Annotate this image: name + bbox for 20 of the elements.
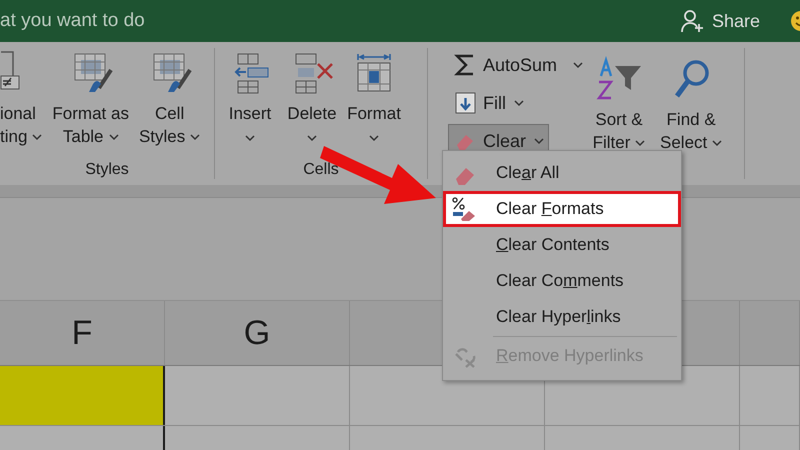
- column-header[interactable]: G: [244, 314, 270, 352]
- table-button[interactable]: Format as Table: [48, 48, 133, 160]
- group-label: Styles: [84, 161, 130, 179]
- fill-button[interactable]: Fill: [448, 86, 529, 120]
- tell-me-search[interactable]: at you want to do: [0, 10, 145, 32]
- conditional-button[interactable]: ional ting: [0, 48, 46, 160]
- column-header[interactable]: F: [72, 314, 92, 352]
- group-label: Cells: [302, 161, 340, 179]
- menu-item[interactable]: Clear Formats: [443, 191, 681, 227]
- cellstyles-button[interactable]: Cell Styles: [134, 48, 204, 160]
- person-add-icon: [680, 8, 706, 34]
- insert-button[interactable]: Insert: [219, 48, 281, 160]
- delete-button[interactable]: Delete: [281, 48, 343, 160]
- format-button[interactable]: Format: [343, 48, 405, 160]
- share-button[interactable]: Share: [680, 8, 760, 34]
- autosum-button[interactable]: AutoSum: [448, 48, 588, 82]
- menu-item[interactable]: Clear Hyperlinks: [443, 299, 681, 335]
- menu-item[interactable]: Clear Contents: [443, 227, 681, 263]
- not-equal-table-icon: [0, 50, 20, 90]
- menu-item[interactable]: Clear Comments: [443, 263, 681, 299]
